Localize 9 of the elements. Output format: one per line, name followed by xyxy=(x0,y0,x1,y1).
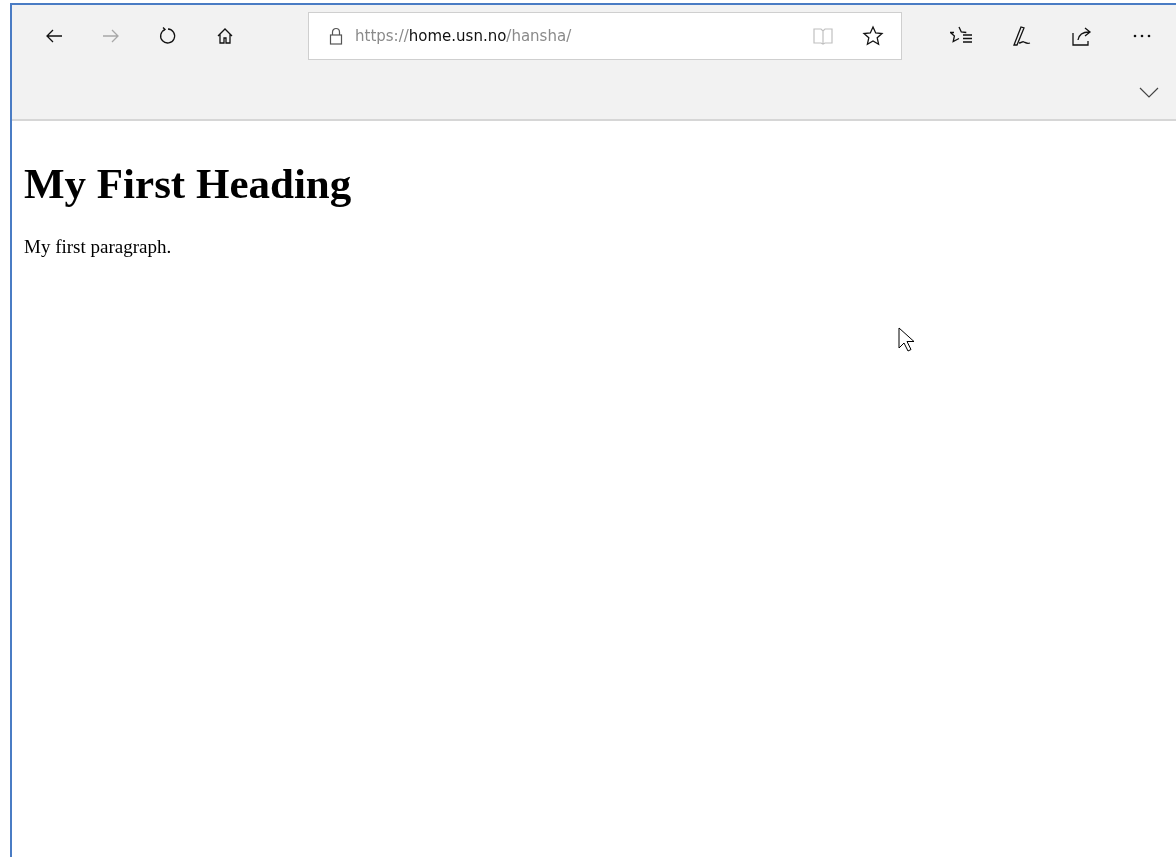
lock-icon xyxy=(329,27,343,45)
star-icon xyxy=(862,25,884,47)
url-text: https://home.usn.no/hansha/ xyxy=(355,27,573,45)
address-bar[interactable]: https://home.usn.no/hansha/ xyxy=(308,12,902,60)
mouse-pointer-icon xyxy=(898,327,916,353)
page-heading: My First Heading xyxy=(24,159,353,208)
page-paragraph: My first paragraph. xyxy=(24,236,173,258)
more-icon xyxy=(1132,33,1152,39)
chevron-down-icon xyxy=(1139,87,1159,99)
